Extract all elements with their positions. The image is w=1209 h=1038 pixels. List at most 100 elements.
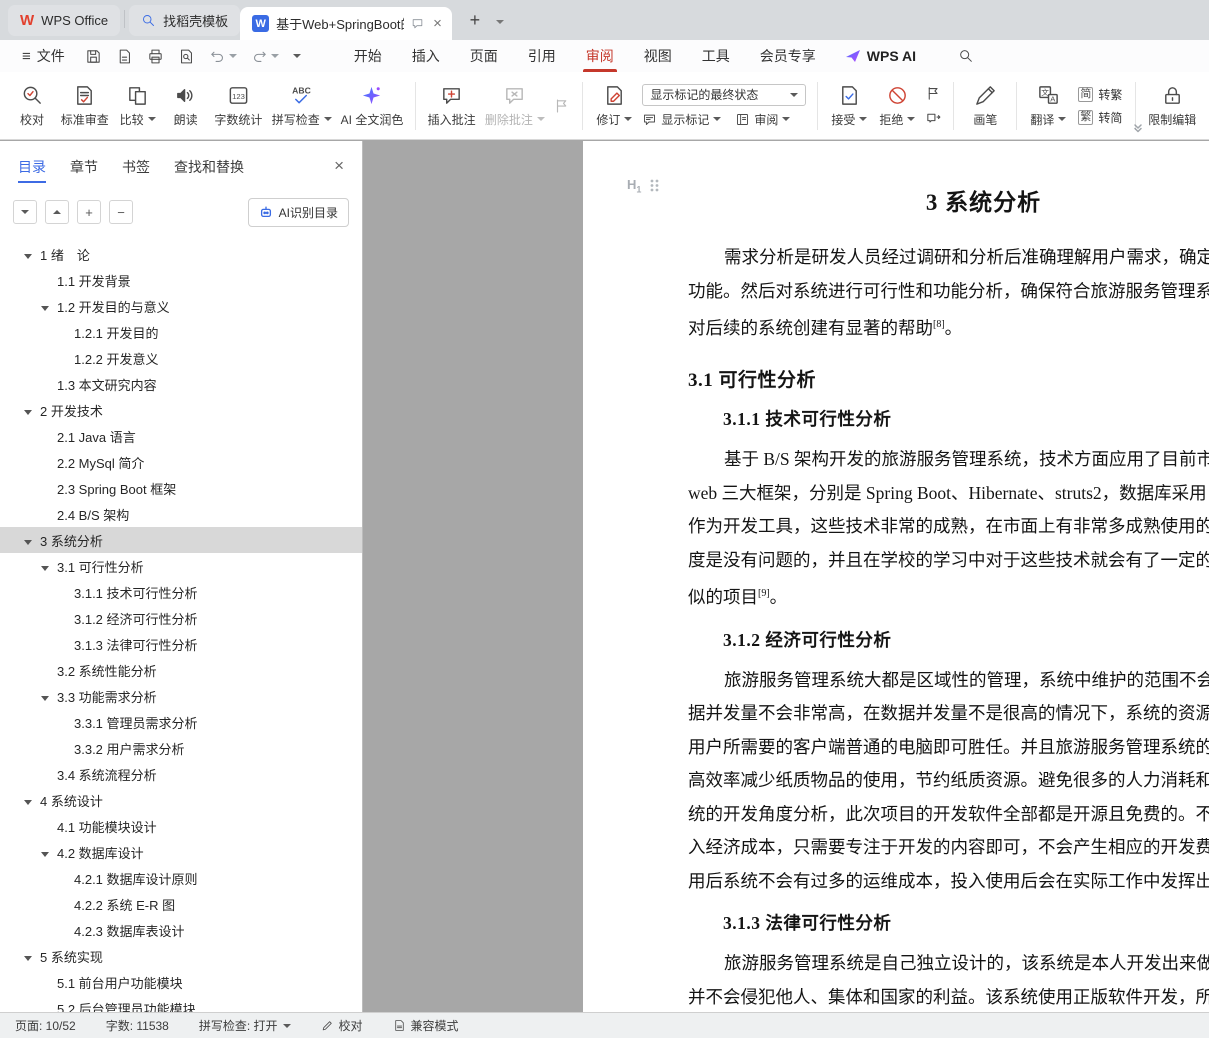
redo-button[interactable]: [249, 46, 281, 67]
proofread-button[interactable]: 校对: [8, 80, 56, 132]
translate-button[interactable]: 文A 翻译: [1024, 80, 1072, 132]
toc-item[interactable]: 3.4 系统流程分析: [0, 761, 362, 787]
toc-item[interactable]: 5 系统实现: [0, 943, 362, 969]
toc-item[interactable]: 1.3 本文研究内容: [0, 371, 362, 397]
decrease-level-button[interactable]: −: [109, 200, 133, 224]
ink-brush-button[interactable]: 画笔: [961, 80, 1009, 132]
show-markup-button[interactable]: 显示标记: [642, 111, 722, 128]
simplified-to-traditional-button[interactable]: 简 转繁: [1078, 86, 1122, 103]
file-menu-button[interactable]: ≡ 文件: [14, 40, 73, 72]
tab-docer-template[interactable]: 找稻壳模板: [129, 5, 241, 36]
markup-state-dropdown[interactable]: 显示标记的最终状态: [642, 83, 807, 106]
menu-tab-member[interactable]: 会员专享: [745, 40, 831, 72]
compare-button[interactable]: 比较: [114, 80, 162, 132]
toc-expand-triangle-icon[interactable]: [41, 559, 57, 574]
increase-level-button[interactable]: +: [77, 200, 101, 224]
toc-item[interactable]: 3.1.2 经济可行性分析: [0, 605, 362, 631]
toc-item[interactable]: 1.2.1 开发目的: [0, 319, 362, 345]
next-change-icon[interactable]: [925, 110, 942, 127]
toc-expand-triangle-icon[interactable]: [41, 689, 57, 704]
traditional-to-simplified-button[interactable]: 繁 转简: [1078, 109, 1122, 126]
tab-list-chevron-icon[interactable]: [495, 20, 504, 24]
toc-item[interactable]: 2 开发技术: [0, 397, 362, 423]
word-count-indicator[interactable]: 字数: 11538: [106, 1017, 169, 1034]
standard-review-button[interactable]: 标准审查: [56, 80, 114, 132]
tab-wps-office[interactable]: W WPS Office: [8, 5, 121, 36]
tab-current-document[interactable]: W 基于Web+SpringBoot的旅游 ×: [240, 7, 452, 40]
drag-handle-icon[interactable]: [649, 178, 660, 193]
document-page[interactable]: H1 3 系统分析需求分析是研发人员经过调研和分析后准确理解用户需求，确定系统需…: [583, 141, 1209, 1012]
search-button[interactable]: [946, 40, 986, 72]
spell-check-button[interactable]: ABC 拼写检查: [267, 80, 336, 132]
new-tab-button[interactable]: +: [462, 7, 488, 33]
toc-item[interactable]: 2.2 MySql 简介: [0, 449, 362, 475]
menu-tab-review[interactable]: 审阅: [571, 40, 629, 72]
toc-expand-triangle-icon[interactable]: [41, 299, 57, 314]
toc-expand-triangle-icon[interactable]: [24, 949, 40, 964]
toc-item[interactable]: 3.3.2 用户需求分析: [0, 735, 362, 761]
accept-button[interactable]: 接受: [825, 80, 873, 132]
print-button[interactable]: [145, 46, 166, 67]
restrict-editing-button[interactable]: 限制编辑: [1143, 80, 1201, 132]
sidebar-tab-bookmarks[interactable]: 书签: [122, 143, 150, 189]
page-indicator[interactable]: 页面: 10/52: [15, 1017, 76, 1034]
toc-expand-triangle-icon[interactable]: [24, 533, 40, 548]
compatibility-mode-indicator[interactable]: 兼容模式: [393, 1017, 459, 1034]
previous-comment-icon[interactable]: [553, 97, 571, 115]
review-pane-button[interactable]: 审阅: [735, 111, 791, 128]
toc-expand-triangle-icon[interactable]: [24, 403, 40, 418]
toc-item[interactable]: 2.4 B/S 架构: [0, 501, 362, 527]
menu-tab-insert[interactable]: 插入: [397, 40, 455, 72]
proofread-status[interactable]: 校对: [321, 1017, 363, 1034]
toc-item[interactable]: 1.2.2 开发意义: [0, 345, 362, 371]
toc-item[interactable]: 5.2 后台管理员功能模块: [0, 995, 362, 1013]
menu-tab-home[interactable]: 开始: [339, 40, 397, 72]
menu-tab-view[interactable]: 视图: [629, 40, 687, 72]
toc-item[interactable]: 4.2.2 系统 E-R 图: [0, 891, 362, 917]
sidebar-tab-find-replace[interactable]: 查找和替换: [174, 143, 244, 189]
collapse-ribbon-icon[interactable]: [1133, 121, 1143, 136]
toc-item[interactable]: 1.2 开发目的与意义: [0, 293, 362, 319]
toc-item[interactable]: 4.2.1 数据库设计原则: [0, 865, 362, 891]
toc-item[interactable]: 4.2.3 数据库表设计: [0, 917, 362, 943]
spell-check-indicator[interactable]: 拼写检查: 打开: [199, 1017, 291, 1034]
delete-comment-button[interactable]: 删除批注: [480, 80, 549, 132]
export-pdf-button[interactable]: [114, 46, 135, 67]
document-area[interactable]: H1 3 系统分析需求分析是研发人员经过调研和分析后准确理解用户需求，确定系统需…: [363, 141, 1209, 1012]
toc-item[interactable]: 3.3 功能需求分析: [0, 683, 362, 709]
toc-item[interactable]: 4 系统设计: [0, 787, 362, 813]
toc-item[interactable]: 3 系统分析: [0, 527, 362, 553]
save-button[interactable]: [83, 46, 104, 67]
undo-button[interactable]: [207, 46, 239, 67]
menu-tab-reference[interactable]: 引用: [513, 40, 571, 72]
toc-expand-triangle-icon[interactable]: [41, 845, 57, 860]
toc-item[interactable]: 3.1 可行性分析: [0, 553, 362, 579]
toc-item[interactable]: 4.1 功能模块设计: [0, 813, 362, 839]
menu-tab-tools[interactable]: 工具: [687, 40, 745, 72]
toc-item[interactable]: 2.3 Spring Boot 框架: [0, 475, 362, 501]
toc-expand-triangle-icon[interactable]: [24, 793, 40, 808]
collapse-all-button[interactable]: [13, 200, 37, 224]
expand-all-button[interactable]: [45, 200, 69, 224]
read-aloud-button[interactable]: 朗读: [162, 80, 210, 132]
toc-item[interactable]: 3.2 系统性能分析: [0, 657, 362, 683]
close-sidebar-icon[interactable]: ×: [334, 156, 344, 176]
toc-item[interactable]: 3.1.3 法律可行性分析: [0, 631, 362, 657]
reject-button[interactable]: 拒绝: [873, 80, 921, 132]
toc-item[interactable]: 2.1 Java 语言: [0, 423, 362, 449]
word-count-button[interactable]: 123 字数统计: [210, 80, 268, 132]
toc-item[interactable]: 5.1 前台用户功能模块: [0, 969, 362, 995]
previous-change-icon[interactable]: [925, 85, 942, 102]
toc-item[interactable]: 3.1.1 技术可行性分析: [0, 579, 362, 605]
toc-expand-triangle-icon[interactable]: [24, 247, 40, 262]
insert-comment-button[interactable]: 插入批注: [423, 80, 481, 132]
toc-item[interactable]: 3.3.1 管理员需求分析: [0, 709, 362, 735]
menu-tab-page[interactable]: 页面: [455, 40, 513, 72]
more-commands-button[interactable]: [291, 52, 303, 60]
print-preview-button[interactable]: [176, 46, 197, 67]
track-changes-button[interactable]: 修订: [590, 80, 638, 132]
toc-item[interactable]: 1.1 开发背景: [0, 267, 362, 293]
wps-ai-button[interactable]: WPS AI: [831, 40, 930, 72]
ai-recognize-toc-button[interactable]: AI识别目录: [247, 197, 349, 227]
sidebar-tab-chapters[interactable]: 章节: [70, 143, 98, 189]
